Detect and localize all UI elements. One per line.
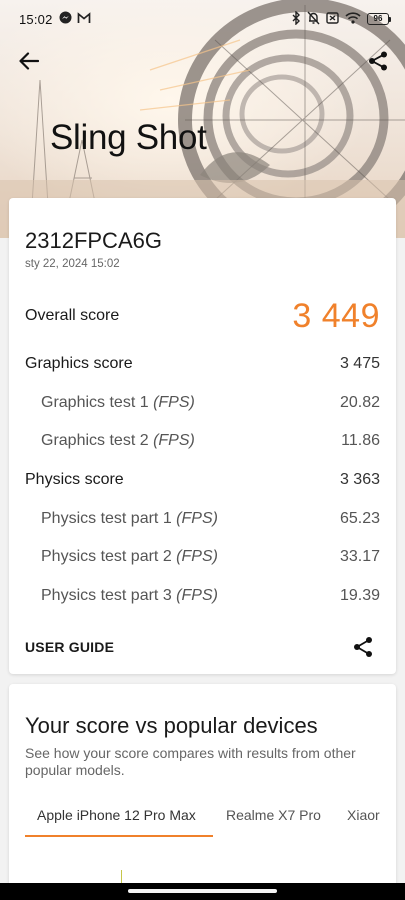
status-bar: 15:02 96: [0, 0, 405, 38]
graphics-test-value: 20.82: [339, 394, 380, 411]
graphics-test-value: 11.86: [341, 432, 380, 449]
page-title: Sling Shot: [50, 118, 207, 157]
fps-unit: (FPS): [153, 432, 195, 449]
system-nav-bar: [0, 883, 405, 900]
overall-score-row: Overall score 3 449: [25, 294, 380, 338]
graphics-score-label: Graphics score: [25, 355, 133, 372]
wifi-icon: [345, 11, 361, 27]
device-name: 2312FPCA6G: [25, 228, 162, 253]
battery-level: 96: [367, 13, 389, 25]
share-icon: [369, 51, 387, 71]
bluetooth-icon: [291, 9, 301, 28]
result-timestamp: sty 22, 2024 15:02: [25, 258, 120, 270]
physics-score-value: 3 363: [339, 471, 380, 488]
physics-score-row: Physics score 3 363: [25, 468, 380, 492]
physics-test-label: Physics test part 3: [41, 587, 172, 604]
graphics-test-row: Graphics test 2 (FPS) 11.86: [41, 429, 380, 453]
header-share-button[interactable]: [363, 46, 393, 76]
result-card: 2312FPCA6G sty 22, 2024 15:02 Overall sc…: [9, 198, 396, 674]
battery-icon: 96: [367, 13, 391, 25]
tab-apple-iphone-12-pro-max[interactable]: Apple iPhone 12 Pro Max: [37, 807, 196, 837]
physics-test-label: Physics test part 1: [41, 510, 172, 527]
share-icon: [354, 637, 372, 657]
arrow-left-icon: [19, 52, 39, 70]
graphics-test-row: Graphics test 1 (FPS) 20.82: [41, 391, 380, 415]
physics-test-value: 33.17: [339, 548, 380, 565]
physics-test-row: Physics test part 2 (FPS) 33.17: [41, 545, 380, 569]
graphics-test-label: Graphics test 1: [41, 394, 149, 411]
status-time: 15:02: [19, 11, 53, 27]
fps-unit: (FPS): [176, 587, 218, 604]
physics-test-row: Physics test part 3 (FPS) 19.39: [41, 584, 380, 608]
active-tab-indicator: [25, 835, 213, 837]
gmail-icon: [77, 11, 91, 27]
overall-score-label: Overall score: [25, 307, 120, 324]
fps-unit: (FPS): [153, 394, 195, 411]
fps-unit: (FPS): [176, 548, 218, 565]
compare-description: See how your score compares with results…: [25, 745, 356, 778]
physics-test-value: 19.39: [339, 587, 380, 604]
graphics-score-row: Graphics score 3 475: [25, 352, 380, 376]
messenger-icon: [59, 11, 72, 27]
physics-test-label: Physics test part 2: [41, 548, 172, 565]
tab-xiaomi[interactable]: Xiaor: [347, 807, 380, 837]
physics-score-label: Physics score: [25, 471, 124, 488]
physics-test-row: Physics test part 1 (FPS) 65.23: [41, 507, 380, 531]
graphics-score-value: 3 475: [339, 355, 380, 372]
compare-card: Your score vs popular devices See how yo…: [9, 684, 396, 900]
compare-title: Your score vs popular devices: [25, 713, 318, 738]
user-guide-button[interactable]: USER GUIDE: [25, 639, 114, 655]
no-sim-icon: [326, 11, 339, 27]
fps-unit: (FPS): [176, 510, 218, 527]
device-tabs: Apple iPhone 12 Pro Max Realme X7 Pro Xi…: [9, 807, 396, 837]
overall-score-value: 3 449: [292, 296, 380, 335]
home-gesture-handle[interactable]: [128, 889, 277, 893]
bell-off-icon: [307, 11, 320, 28]
tab-realme-x7-pro[interactable]: Realme X7 Pro: [226, 807, 321, 837]
back-button[interactable]: [14, 46, 44, 76]
result-share-button[interactable]: [352, 636, 376, 660]
graphics-test-label: Graphics test 2: [41, 432, 149, 449]
physics-test-value: 65.23: [339, 510, 380, 527]
